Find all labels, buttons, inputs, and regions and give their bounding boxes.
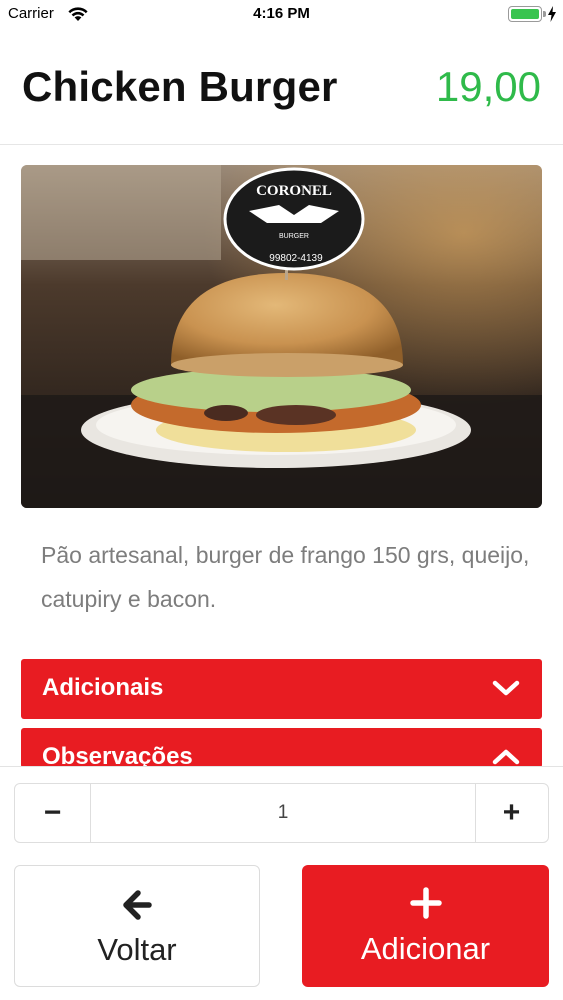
accordion-observacoes-label: Observações	[42, 743, 193, 768]
back-button[interactable]: Voltar	[14, 865, 260, 987]
accordion-adicionais-label: Adicionais	[42, 674, 164, 701]
battery-cap	[543, 11, 546, 17]
image-sign-sub: BURGER	[279, 233, 309, 240]
plus-icon	[409, 887, 442, 919]
quantity-stepper: − 1 +	[14, 783, 549, 843]
accordion-adicionais[interactable]: Adicionais	[21, 659, 542, 719]
image-sign-phone: 99802-4139	[269, 253, 323, 264]
status-bar: Carrier 4:16 PM	[0, 0, 563, 30]
quantity-input[interactable]: 1	[90, 784, 476, 842]
chevron-down-icon	[492, 680, 520, 696]
charging-icon	[548, 6, 556, 22]
back-button-label: Voltar	[97, 932, 177, 967]
bottom-panel: − 1 + Voltar Adicionar	[0, 766, 563, 1000]
status-time: 4:16 PM	[253, 5, 310, 22]
image-sign-brand: CORONEL	[256, 183, 332, 199]
add-button-label: Adicionar	[360, 931, 491, 966]
increment-button[interactable]: +	[475, 784, 548, 842]
product-header: Chicken Burger 19,00	[0, 30, 563, 145]
chevron-up-icon	[492, 749, 520, 765]
product-image: CORONEL BURGER 99802-4139	[21, 165, 542, 508]
product-title: Chicken Burger	[22, 63, 338, 110]
product-description: Pão artesanal, burger de frango 150 grs,…	[41, 542, 530, 612]
arrow-left-icon	[123, 890, 152, 920]
product-price: 19,00	[435, 63, 541, 110]
battery-icon	[508, 6, 542, 22]
decrement-button[interactable]: −	[15, 784, 90, 842]
accordion-observacoes[interactable]: Observações	[21, 728, 542, 768]
add-button[interactable]: Adicionar	[302, 865, 549, 987]
